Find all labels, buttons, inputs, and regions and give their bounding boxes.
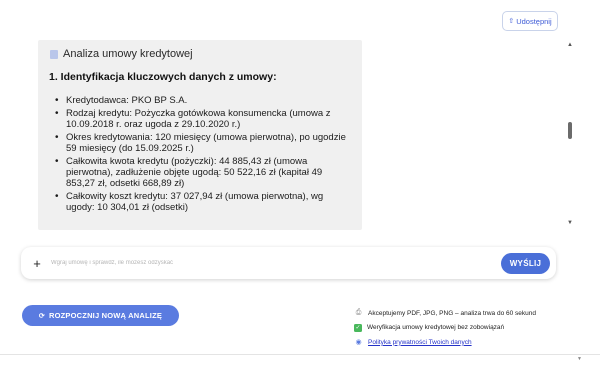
share-button[interactable]: ⇧ Udostępnij	[502, 11, 558, 31]
list-item: Kredytodawca: PKO BP S.A.	[55, 95, 352, 106]
new-analysis-button[interactable]: ⟳ ROZPOCZNIJ NOWĄ ANALIZĘ	[22, 305, 179, 326]
attached-document: Analiza umowy kredytowej	[50, 48, 352, 60]
document-name: Analiza umowy kredytowej	[63, 48, 193, 60]
divider	[0, 354, 600, 355]
paperclip-icon: ⎙	[355, 309, 362, 317]
section-title: 1. Identyfikacja kluczowych danych z umo…	[49, 71, 277, 83]
share-button-label: Udostępnij	[516, 16, 552, 26]
info-list: ⎙ Akceptujemy PDF, JPG, PNG – analiza tr…	[354, 306, 566, 350]
refresh-icon: ⟳	[38, 312, 45, 320]
scroll-down-arrow-icon[interactable]: ▼	[566, 220, 574, 226]
plus-icon[interactable]: +	[23, 256, 51, 271]
list-item: Całkowita kwota kredytu (pożyczki): 44 8…	[55, 156, 352, 189]
privacy-policy-link[interactable]: Polityka prywatności Twoich danych	[368, 339, 472, 346]
list-item: Okres kredytowania: 120 miesięcy (umowa …	[55, 132, 352, 154]
scrollbar-thumb[interactable]	[568, 122, 572, 139]
info-free-check-text: Weryfikacja umowy kredytowej bez zobowią…	[367, 324, 505, 332]
info-free-check: ✓ Weryfikacja umowy kredytowej bez zobow…	[354, 321, 566, 336]
message-input[interactable]	[51, 260, 501, 266]
message-composer: + WYŚLIJ	[21, 247, 556, 279]
send-button[interactable]: WYŚLIJ	[501, 252, 550, 274]
new-analysis-label: ROZPOCZNIJ NOWĄ ANALIZĘ	[49, 311, 163, 320]
key-data-list: Kredytodawca: PKO BP S.A. Rodzaj kredytu…	[49, 95, 352, 213]
list-item: Rodzaj kredytu: Pożyczka gotówkowa konsu…	[55, 108, 352, 130]
info-formats: ⎙ Akceptujemy PDF, JPG, PNG – analiza tr…	[354, 306, 566, 321]
list-item: Całkowity koszt kredytu: 37 027,94 zł (u…	[55, 191, 352, 213]
document-icon	[50, 49, 58, 59]
shield-icon: ◉	[355, 339, 362, 347]
scroll-up-arrow-icon[interactable]: ▲	[566, 42, 574, 48]
info-privacy: ◉ Polityka prywatności Twoich danych	[354, 335, 566, 350]
chat-scrollbar[interactable]: ▲ ▼	[566, 40, 574, 230]
page-scroll-down-icon[interactable]: ▼	[577, 356, 582, 362]
chat-message-panel: Analiza umowy kredytowej 1. Identyfikacj…	[38, 40, 362, 230]
check-icon: ✓	[354, 323, 362, 332]
info-formats-text: Akceptujemy PDF, JPG, PNG – analiza trwa…	[368, 309, 536, 317]
share-icon: ⇧	[508, 18, 515, 25]
